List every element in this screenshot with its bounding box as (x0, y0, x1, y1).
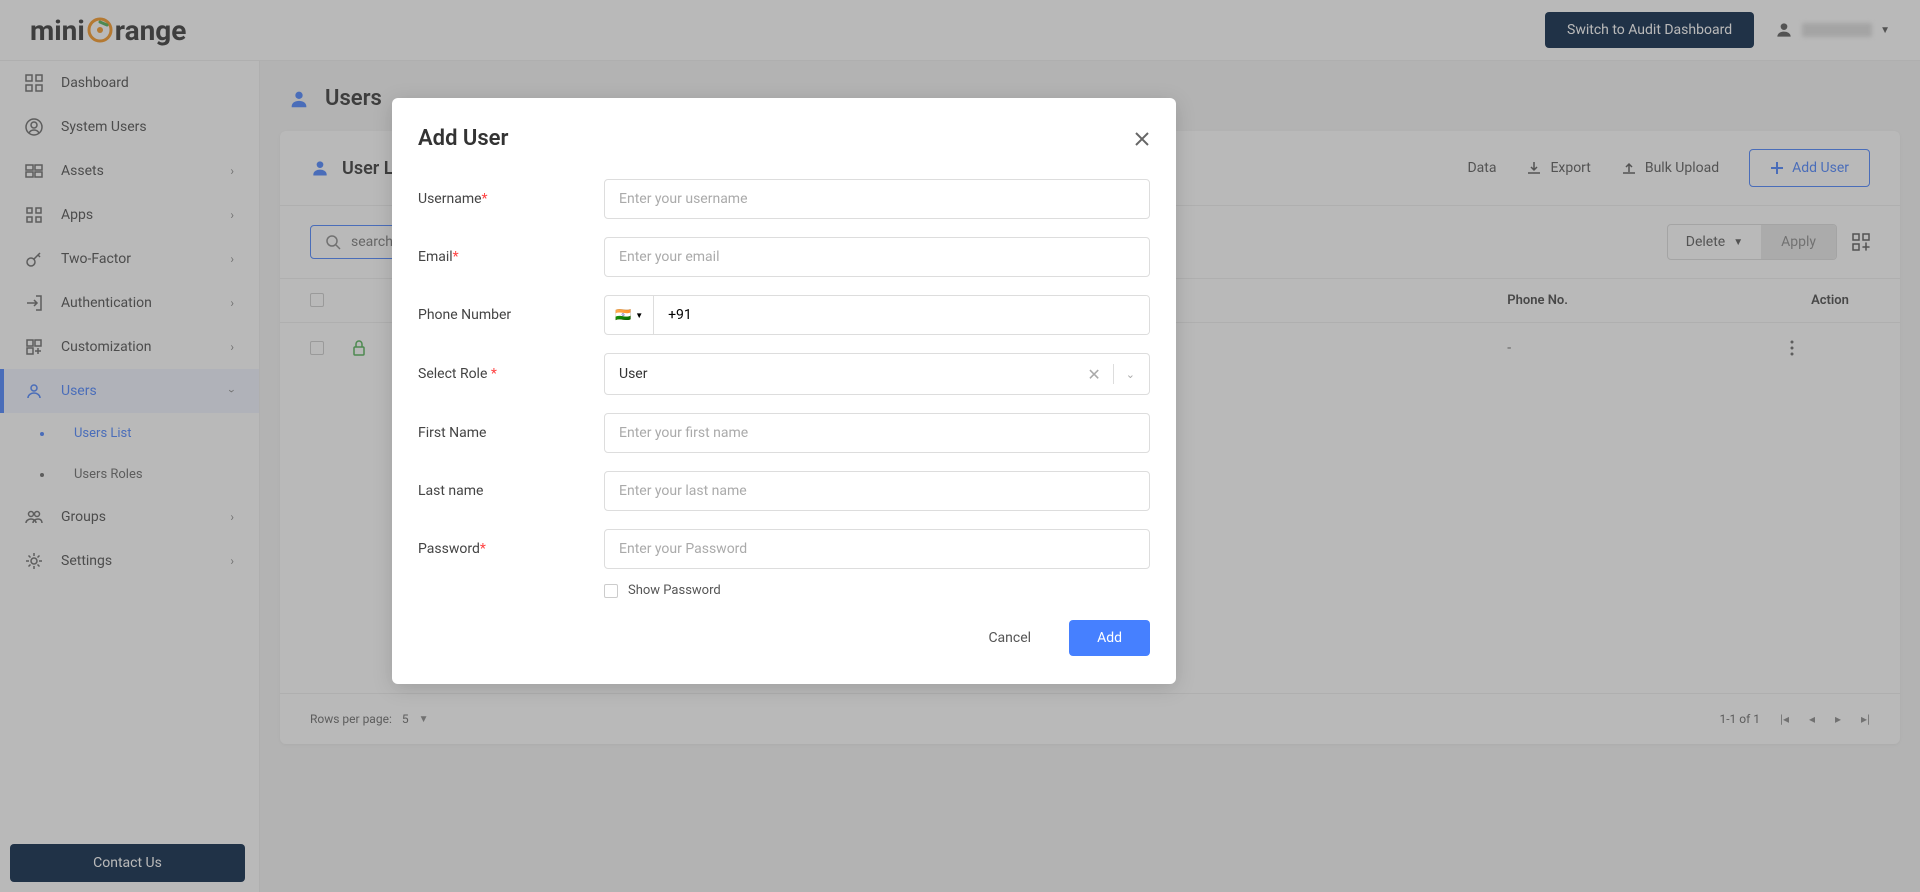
email-label: Email* (418, 249, 604, 265)
show-password-label: Show Password (628, 583, 721, 598)
close-icon[interactable] (1134, 131, 1150, 147)
username-label: Username* (418, 191, 604, 207)
cancel-button[interactable]: Cancel (964, 620, 1055, 656)
add-button[interactable]: Add (1069, 620, 1150, 656)
form-row-phone: Phone Number 🇮🇳 ▼ (418, 295, 1150, 335)
first-name-label: First Name (418, 425, 604, 441)
select-icons: ✕ ⌄ (1087, 364, 1135, 384)
username-input[interactable] (604, 179, 1150, 219)
form-row-email: Email* (418, 237, 1150, 277)
chevron-down-icon: ▼ (635, 311, 643, 320)
role-label: Select Role * (418, 366, 604, 382)
show-password-row: Show Password (604, 583, 1150, 598)
chevron-down-icon[interactable]: ⌄ (1126, 368, 1135, 381)
add-user-modal: Add User Username* Email* Phone Number 🇮… (392, 98, 1176, 684)
modal-title: Add User (418, 126, 508, 151)
phone-input[interactable] (654, 296, 1149, 334)
email-input[interactable] (604, 237, 1150, 277)
role-value: User (619, 366, 647, 382)
form-row-role: Select Role * User ✕ ⌄ (418, 353, 1150, 395)
password-label: Password* (418, 541, 604, 557)
phone-input-group: 🇮🇳 ▼ (604, 295, 1150, 335)
last-name-label: Last name (418, 483, 604, 499)
modal-footer: Cancel Add (418, 620, 1150, 656)
modal-header: Add User (418, 126, 1150, 151)
show-password-checkbox[interactable] (604, 584, 618, 598)
form-row-last: Last name (418, 471, 1150, 511)
divider (1113, 364, 1114, 384)
phone-label: Phone Number (418, 307, 604, 323)
clear-icon[interactable]: ✕ (1087, 365, 1100, 384)
password-input[interactable] (604, 529, 1150, 569)
first-name-input[interactable] (604, 413, 1150, 453)
last-name-input[interactable] (604, 471, 1150, 511)
flag-icon: 🇮🇳 (615, 308, 631, 323)
role-select[interactable]: User ✕ ⌄ (604, 353, 1150, 395)
form-row-password: Password* (418, 529, 1150, 569)
form-row-username: Username* (418, 179, 1150, 219)
form-row-first: First Name (418, 413, 1150, 453)
country-code-selector[interactable]: 🇮🇳 ▼ (605, 296, 654, 334)
